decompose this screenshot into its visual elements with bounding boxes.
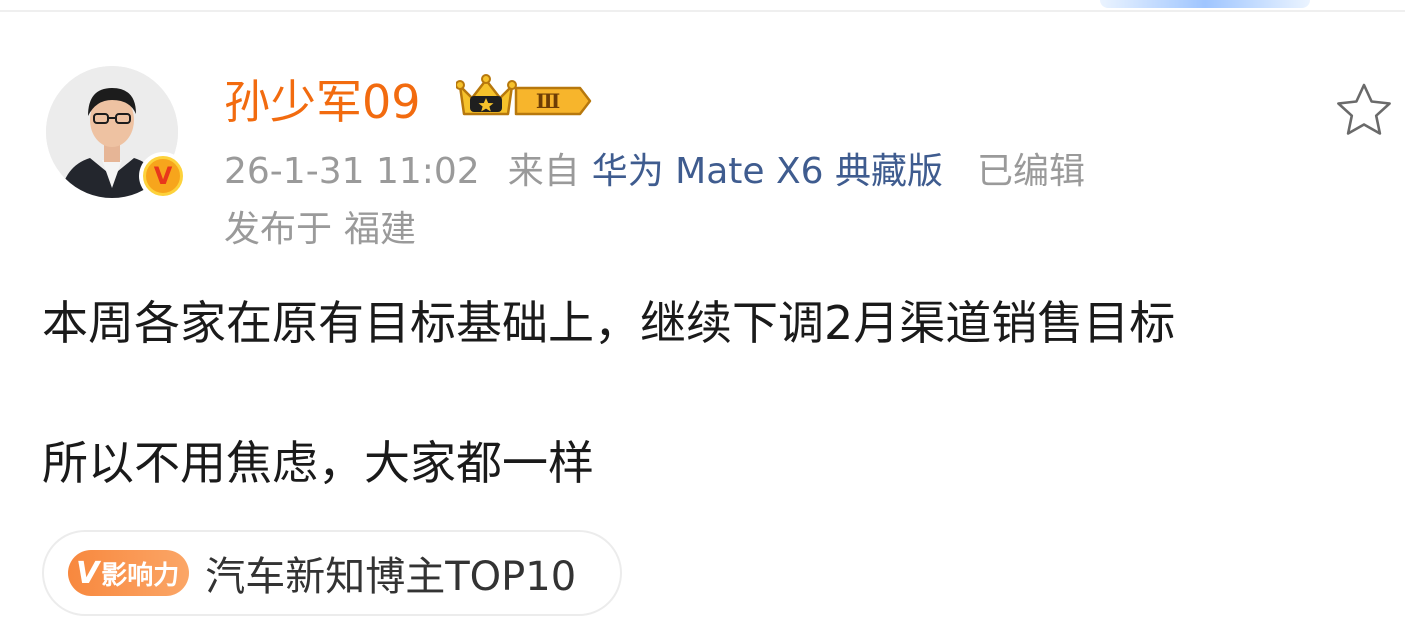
top-glow-decoration [1100,0,1310,8]
post-text-line-2: 所以不用焦虑，大家都一样 [42,436,594,490]
influence-word: 影响力 [101,560,180,591]
location-place: 福建 [344,209,417,250]
top-divider [0,10,1405,12]
crown-level-badge[interactable]: Ⅲ [456,72,596,124]
edited-label: 已编辑 [977,151,1086,192]
weibo-post-card: V 孙少军09 Ⅲ 26-1-31 11:02 来自 华为 Mate X6 典藏版已… [0,0,1405,630]
crown-icon [456,74,517,116]
influence-label: 汽车新知博主TOP10 [205,554,577,600]
influence-tag[interactable]: V 影响力 汽车新知博主TOP10 [42,530,622,616]
post-time: 26-1-31 11:02 [224,151,480,192]
post-location: 发布于 福建 [224,206,416,254]
influence-badge: V 影响力 [68,550,190,596]
device-link[interactable]: 华为 Mate X6 典藏版 [592,148,943,196]
verified-badge: V [139,152,187,200]
post-text-line-1: 本周各家在原有目标基础上，继续下调2月渠道销售目标 [42,296,1176,350]
author-name[interactable]: 孙少军09 [224,74,421,130]
star-outline-icon[interactable] [1334,82,1394,138]
influence-v-icon: V [76,555,100,591]
level-text: Ⅲ [536,89,560,113]
verified-v-icon: V [143,156,183,196]
location-prefix: 发布于 [224,209,333,250]
source-label: 来自 [507,151,580,192]
post-meta: 26-1-31 11:02 来自 华为 Mate X6 典藏版 已编辑 [224,148,1085,196]
